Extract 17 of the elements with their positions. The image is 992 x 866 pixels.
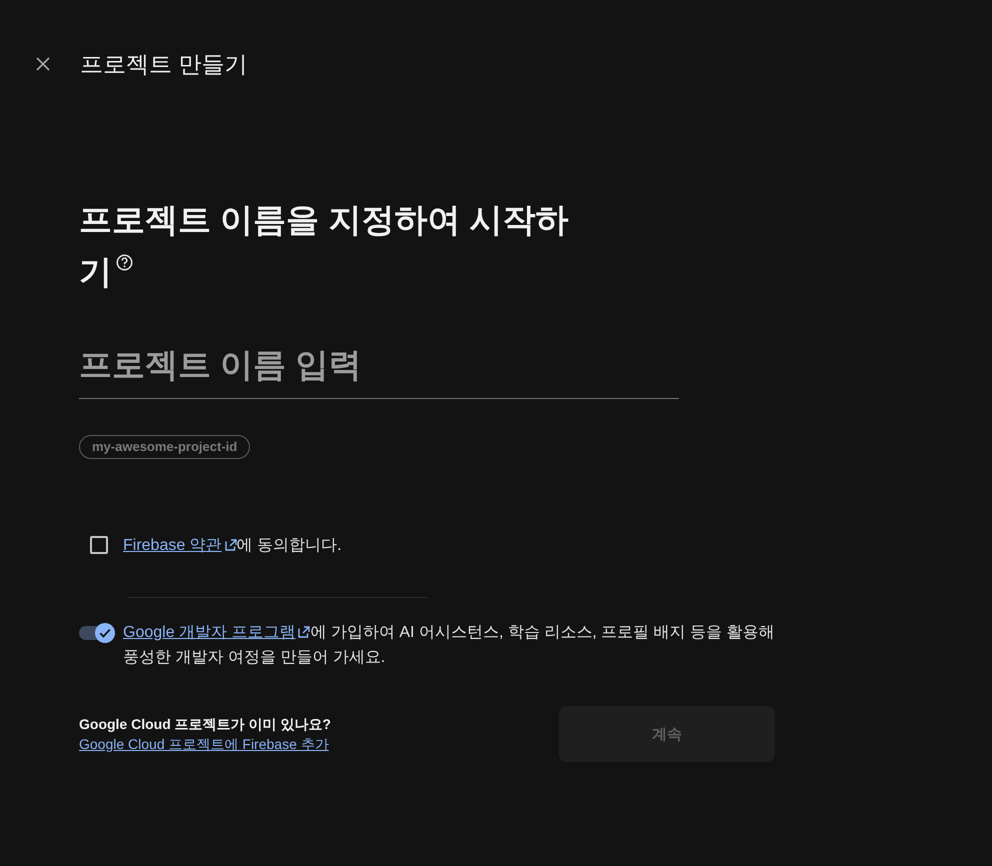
close-icon[interactable] [35,56,51,72]
check-icon [99,628,111,638]
toggle-switch[interactable] [79,623,115,643]
external-link-icon [298,626,310,638]
help-icon[interactable] [116,254,133,271]
developer-program-label: Google 개발자 프로그램 에 가입하여 AI 어시스턴스, 학습 리소스, 프로필 배지 등을 활용해 풍성한 개발자 여정을 만들어 가세요. [123,623,775,668]
external-link-icon [224,538,237,550]
project-name-field[interactable]: 프로젝트 이름 입력 [79,339,679,399]
add-firebase-link[interactable]: Google Cloud 프로젝트에 Firebase 추가 [79,734,329,754]
page-title: 프로젝트 만들기 [80,50,248,79]
checkbox[interactable] [90,536,108,554]
project-id-chip[interactable]: my-awesome-project-id [79,435,250,459]
terms-link[interactable]: Firebase 약관 [123,536,237,554]
existing-project-question: Google Cloud 프로젝트가 이미 있나요? [79,715,331,734]
developer-program-link[interactable]: Google 개발자 프로그램 [123,624,310,641]
terms-label: Firebase 약관 에 동의합니다. [123,536,342,556]
heading: 프로젝트 이름을 지정하여 시작하기 [79,200,570,292]
